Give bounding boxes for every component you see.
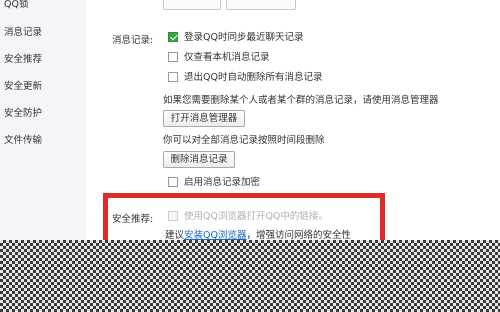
top-cutoff-button-1[interactable]	[163, 0, 221, 10]
sync-recent-chat-label: 登录QQ时同步最近聊天记录	[184, 32, 304, 43]
sidebar-item-security-update[interactable]: 安全更新	[4, 79, 42, 95]
encrypt-records-label: 启用消息记录加密	[184, 177, 261, 188]
sidebar-item-qq-lock[interactable]: QQ锁	[4, 0, 28, 13]
local-only-label: 仅查看本机消息记录	[184, 52, 270, 63]
manager-hint-text: 如果您需要删除某个人或者某个群的消息记录，请使用消息管理器	[163, 95, 439, 106]
checkbox-checked-icon[interactable]	[168, 32, 178, 42]
security-recommend-section-label: 安全推荐:	[112, 214, 154, 225]
message-record-section-label: 消息记录:	[112, 35, 154, 46]
delete-on-exit-label: 退出QQ时自动删除所有消息记录	[184, 72, 323, 83]
checkbox-disabled-icon[interactable]	[168, 211, 178, 221]
sidebar-item-message-record[interactable]: 消息记录	[4, 25, 42, 41]
use-qq-browser-label: 使用QQ浏览器打开QQ中的链接。	[184, 211, 328, 222]
sidebar-item-file-transfer[interactable]: 文件传输	[4, 133, 42, 149]
sidebar-item-security-recommend[interactable]: 安全推荐	[4, 52, 42, 68]
checkbox-icon[interactable]	[168, 52, 178, 62]
open-message-manager-button[interactable]: 打开消息管理器	[163, 110, 245, 127]
checkbox-icon[interactable]	[168, 177, 178, 187]
delete-message-records-button[interactable]: 删除消息记录	[163, 151, 235, 168]
top-cutoff-button-2[interactable]	[226, 0, 296, 10]
delete-hint-text: 你可以对全部消息记录按照时间段删除	[163, 135, 325, 146]
dithered-overlay	[0, 240, 500, 312]
checkbox-icon[interactable]	[168, 72, 178, 82]
sidebar-item-security-protection[interactable]: 安全防护	[4, 106, 42, 122]
